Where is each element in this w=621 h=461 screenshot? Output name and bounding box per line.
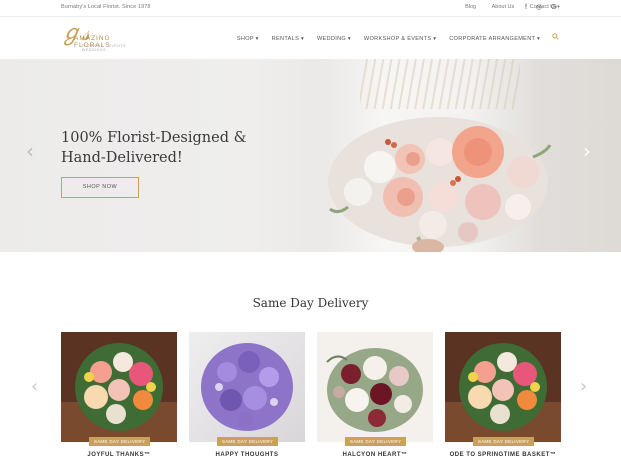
instagram-icon[interactable]: ◎ <box>536 4 542 11</box>
about-us-link[interactable]: About Us <box>492 4 515 10</box>
product-image[interactable] <box>189 332 305 442</box>
product-name[interactable]: JOYFUL THANKS™ <box>61 452 177 458</box>
facebook-icon[interactable]: f <box>525 4 527 11</box>
section-title: Same Day Delivery <box>252 296 369 310</box>
tagline: Burnaby's Local Florist. Since 1978 <box>61 4 151 10</box>
product-card[interactable]: SAME DAY DELIVERY JOYFUL THANKS™ <box>61 332 177 461</box>
hero-title: 100% Florist-Designed & Hand-Delivered! <box>61 128 301 168</box>
product-name[interactable]: HALCYON HEART™ <box>317 452 433 458</box>
product-name[interactable]: ODE TO SPRINGTIME BASKET™ <box>445 452 561 458</box>
hero-prev-arrow[interactable]: ‹ <box>26 139 34 163</box>
hero-bouquet-image <box>328 117 552 252</box>
main-nav: SHOP ▾ RENTALS ▾ WEDDING ▾ WORKSHOP & EV… <box>226 33 559 42</box>
product-carousel: SAME DAY DELIVERY JOYFUL THANKS™ SAME DA… <box>61 332 561 461</box>
search-icon[interactable] <box>552 33 559 42</box>
product-name[interactable]: HAPPY THOUGHTS <box>189 452 305 458</box>
same-day-badge: SAME DAY DELIVERY <box>89 437 150 446</box>
product-card[interactable]: SAME DAY DELIVERY ODE TO SPRINGTIME BASK… <box>445 332 561 461</box>
product-card[interactable]: SAME DAY DELIVERY HALCYON HEART™ <box>317 332 433 461</box>
carousel-next-arrow[interactable]: › <box>580 376 587 397</box>
blog-link[interactable]: Blog <box>465 4 476 10</box>
product-image[interactable] <box>445 332 561 442</box>
hero-next-arrow[interactable]: › <box>583 139 591 163</box>
same-day-badge: SAME DAY DELIVERY <box>473 437 534 446</box>
logo[interactable]: ℊ𝓈 AMAZING FLORALS FLOWERS · EVENTS · WE… <box>60 23 140 53</box>
product-image[interactable] <box>317 332 433 442</box>
nav-rentals[interactable]: RENTALS ▾ <box>272 36 304 42</box>
same-day-badge: SAME DAY DELIVERY <box>345 437 406 446</box>
hero-title-line1: 100% Florist-Designed & <box>61 130 247 146</box>
nav-workshop-events[interactable]: WORKSHOP & EVENTS ▾ <box>364 36 436 42</box>
shop-now-button[interactable]: SHOP NOW <box>61 177 139 198</box>
logo-subtitle: FLOWERS · EVENTS · WEDDINGS <box>82 44 130 52</box>
nav-shop[interactable]: SHOP ▾ <box>237 36 259 42</box>
site-header: ℊ𝓈 AMAZING FLORALS FLOWERS · EVENTS · WE… <box>0 17 621 59</box>
same-day-badge: SAME DAY DELIVERY <box>217 437 278 446</box>
product-image[interactable] <box>61 332 177 442</box>
nav-corporate-arrangement[interactable]: CORPORATE ARRANGEMENT ▾ <box>449 36 540 42</box>
carousel-prev-arrow[interactable]: ‹ <box>31 376 38 397</box>
product-card[interactable]: SAME DAY DELIVERY HAPPY THOUGHTS <box>189 332 305 461</box>
google-plus-icon[interactable]: G+ <box>551 4 561 11</box>
nav-wedding[interactable]: WEDDING ▾ <box>317 36 351 42</box>
hero-title-line2: Hand-Delivered! <box>61 150 183 166</box>
social-icons: f ◎ G+ <box>525 3 561 11</box>
